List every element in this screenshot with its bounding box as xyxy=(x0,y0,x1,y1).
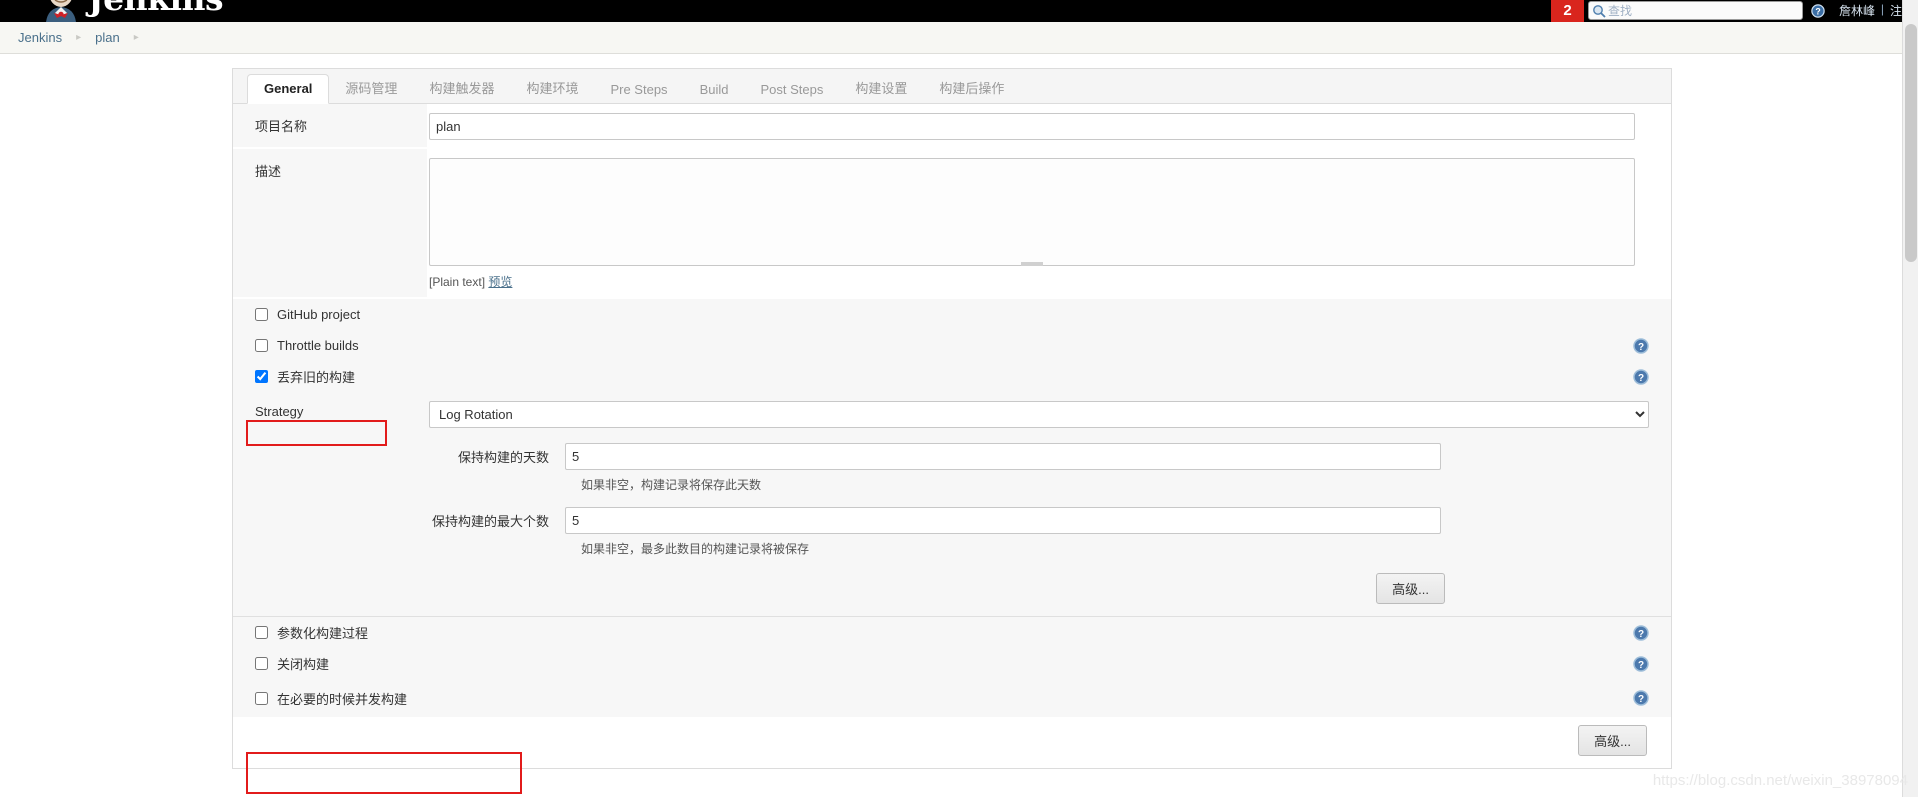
general-form: 项目名称 描述 [Plain text] 预览 GitHub project xyxy=(232,104,1672,769)
project-name-row: 项目名称 xyxy=(233,104,1671,149)
parameterized-build-label: 参数化构建过程 xyxy=(277,623,368,642)
throttle-builds-row[interactable]: Throttle builds ? xyxy=(233,330,1671,361)
max-builds-row: 保持构建的最大个数 xyxy=(233,501,1671,540)
concurrent-builds-label: 在必要的时候并发构建 xyxy=(277,689,407,708)
top-navigation-bar: Jenkins 2 查找 ? 詹林峰 | 注销 xyxy=(0,0,1918,22)
throttle-builds-label: Throttle builds xyxy=(277,338,359,353)
strategy-select[interactable]: Log Rotation xyxy=(429,401,1649,428)
github-project-checkbox[interactable] xyxy=(255,308,268,321)
tab-pre-steps[interactable]: Pre Steps xyxy=(594,76,683,104)
description-textarea[interactable] xyxy=(429,158,1635,266)
tab-scm[interactable]: 源码管理 xyxy=(329,72,413,104)
svg-text:?: ? xyxy=(1638,373,1644,384)
jenkins-butler-icon xyxy=(40,0,82,22)
strategy-advanced-button[interactable]: 高级... xyxy=(1376,573,1445,604)
help-circle-icon[interactable]: ? xyxy=(1633,690,1649,706)
breadcrumb-item-plan[interactable]: plan xyxy=(95,30,120,45)
throttle-builds-checkbox[interactable] xyxy=(255,339,268,352)
chevron-right-icon: ▸ xyxy=(62,32,95,43)
max-builds-input[interactable] xyxy=(565,507,1441,534)
days-to-keep-input[interactable] xyxy=(565,443,1441,470)
description-preview-link[interactable]: 预览 xyxy=(488,275,512,289)
days-to-keep-row: 保持构建的天数 xyxy=(233,437,1671,476)
textarea-resize-grip[interactable] xyxy=(429,262,1635,270)
days-to-keep-label: 保持构建的天数 xyxy=(233,447,565,466)
discard-old-builds-label: 丢弃旧的构建 xyxy=(277,367,355,386)
tab-build[interactable]: Build xyxy=(684,76,745,104)
description-row: 描述 [Plain text] 预览 xyxy=(233,149,1671,299)
days-to-keep-help-text: 如果非空，构建记录将保存此天数 xyxy=(233,476,1671,501)
max-builds-label: 保持构建的最大个数 xyxy=(233,511,565,530)
bottom-advanced-button[interactable]: 高级... xyxy=(1578,725,1647,756)
parameterized-build-checkbox[interactable] xyxy=(255,626,268,639)
scrollbar-thumb[interactable] xyxy=(1905,24,1917,262)
page-scrollbar[interactable] xyxy=(1902,0,1918,797)
help-circle-icon[interactable]: ? xyxy=(1811,4,1825,18)
job-configuration-panel: General 源码管理 构建触发器 构建环境 Pre Steps Build … xyxy=(232,68,1672,769)
github-project-row[interactable]: GitHub project xyxy=(233,299,1671,330)
search-placeholder-text: 查找 xyxy=(1606,2,1632,19)
chevron-right-icon: ▸ xyxy=(120,32,153,43)
svg-text:?: ? xyxy=(1638,342,1644,353)
breadcrumb-item-jenkins[interactable]: Jenkins xyxy=(18,30,62,45)
description-format-note: [Plain text] xyxy=(429,275,485,289)
breadcrumb: Jenkins ▸ plan ▸ xyxy=(0,22,1918,54)
parameterized-build-row[interactable]: 参数化构建过程 ? xyxy=(233,617,1671,648)
github-project-label: GitHub project xyxy=(277,307,360,322)
jenkins-logo-text: Jenkins xyxy=(88,0,223,22)
strategy-advanced-row: 高级... xyxy=(233,565,1671,616)
tab-build-env[interactable]: 构建环境 xyxy=(510,72,594,104)
search-icon xyxy=(1592,4,1606,18)
concurrent-builds-row[interactable]: 在必要的时候并发构建 ? xyxy=(233,679,1671,717)
concurrent-builds-checkbox[interactable] xyxy=(255,692,268,705)
notification-badge[interactable]: 2 xyxy=(1551,0,1584,22)
watermark-text: https://blog.csdn.net/weixin_38978094 xyxy=(1653,772,1908,789)
svg-text:?: ? xyxy=(1638,694,1644,705)
help-circle-icon[interactable]: ? xyxy=(1633,656,1649,672)
project-name-label: 项目名称 xyxy=(233,104,427,147)
tab-general[interactable]: General xyxy=(247,74,329,104)
config-tab-bar: General 源码管理 构建触发器 构建环境 Pre Steps Build … xyxy=(232,68,1672,104)
discard-strategy-block: Strategy Log Rotation 保持构建的天数 如果非空，构建记录将… xyxy=(233,392,1671,617)
help-circle-icon[interactable]: ? xyxy=(1633,338,1649,354)
tab-build-triggers[interactable]: 构建触发器 xyxy=(413,72,510,104)
bottom-advanced-row: 高级... xyxy=(233,717,1671,768)
strategy-row: Strategy Log Rotation xyxy=(233,392,1671,437)
jenkins-logo[interactable]: Jenkins xyxy=(40,0,223,22)
tab-build-settings[interactable]: 构建设置 xyxy=(839,72,923,104)
tab-post-steps[interactable]: Post Steps xyxy=(744,76,839,104)
discard-old-builds-checkbox[interactable] xyxy=(255,370,268,383)
disable-build-checkbox[interactable] xyxy=(255,657,268,670)
help-circle-icon[interactable]: ? xyxy=(1633,625,1649,641)
description-label: 描述 xyxy=(233,149,427,297)
svg-text:?: ? xyxy=(1815,7,1820,17)
discard-old-builds-row[interactable]: 丢弃旧的构建 ? xyxy=(233,361,1671,392)
max-builds-help-text: 如果非空，最多此数目的构建记录将被保存 xyxy=(233,540,1671,565)
svg-text:?: ? xyxy=(1638,629,1644,640)
user-name-link[interactable]: 詹林峰 xyxy=(1839,2,1875,19)
topbar-separator: | xyxy=(1881,2,1884,16)
disable-build-label: 关闭构建 xyxy=(277,654,329,673)
help-circle-icon[interactable]: ? xyxy=(1633,369,1649,385)
search-box[interactable]: 查找 xyxy=(1588,1,1803,20)
disable-build-row[interactable]: 关闭构建 ? xyxy=(233,648,1671,679)
svg-text:?: ? xyxy=(1638,660,1644,671)
project-name-input[interactable] xyxy=(429,113,1635,140)
description-format-line: [Plain text] 预览 xyxy=(429,270,1635,290)
tab-post-build[interactable]: 构建后操作 xyxy=(923,72,1020,104)
strategy-label: Strategy xyxy=(233,392,427,431)
